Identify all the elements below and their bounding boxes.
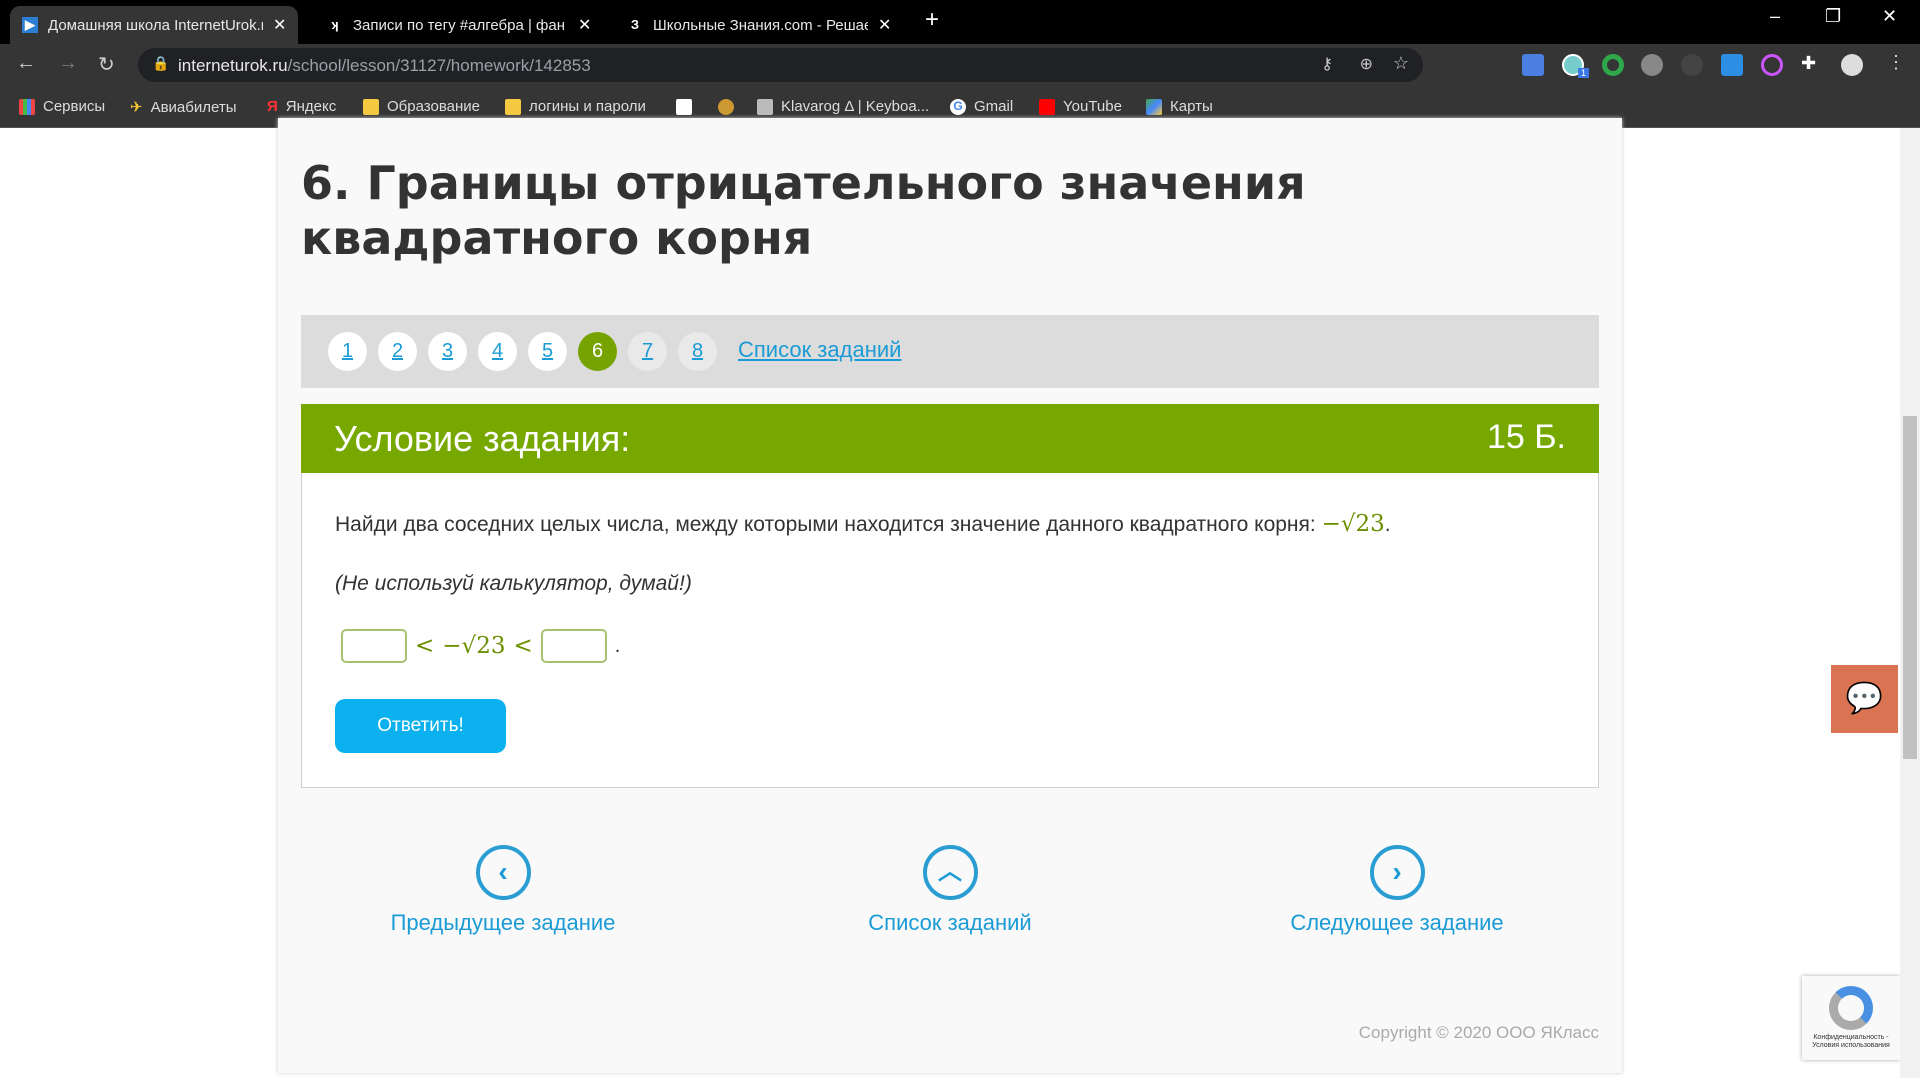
less-than-sign: < (513, 633, 533, 659)
condition-header: Условие задания: 15 Б. (301, 404, 1599, 473)
vk-music-ext-icon[interactable] (1761, 54, 1783, 76)
points-badge: 15 Б. (1486, 418, 1566, 456)
extensions-icon[interactable]: ✚ (1801, 53, 1816, 74)
tab-vk[interactable]: ʞ Записи по тегу #алгебра | фан г ✕ (315, 6, 603, 44)
page-8-button[interactable]: 8 (678, 332, 717, 371)
maps-icon (1146, 98, 1162, 115)
lesson-container: 6. Границы отрицательного значения квадр… (278, 118, 1622, 1073)
key-icon[interactable]: ⚷ (1321, 54, 1333, 74)
zoom-icon[interactable]: ⊕ (1360, 54, 1373, 74)
apps-icon (19, 98, 35, 115)
tab-znania[interactable]: З Школьные Знания.com - Решаем ✕ (615, 6, 903, 44)
green-ext-icon[interactable] (1602, 54, 1624, 76)
page-6-button-current[interactable]: 6 (578, 332, 617, 371)
close-window-button[interactable]: ✕ (1882, 6, 1897, 27)
url-path: /school/lesson/31127/homework/142853 (287, 56, 591, 75)
folder-icon (505, 98, 521, 115)
star-icon[interactable]: ☆ (1393, 53, 1409, 74)
next-task-link[interactable]: › Следующее задание (1247, 845, 1547, 936)
bookmark-aviabilety[interactable]: ✈ Авиабилеты (130, 98, 237, 117)
task-list-link[interactable]: Список заданий (738, 337, 901, 363)
browser-toolbar: ← → ↻ 🔒 interneturok.ru/school/lesson/31… (0, 44, 1920, 86)
internet-urok-icon: ▶ (22, 17, 38, 33)
lock-icon: 🔒 (152, 55, 170, 71)
bookmark-klavarog[interactable]: Klavarog Δ | Keyboa... (757, 98, 929, 115)
keyboard-icon (757, 98, 773, 115)
page-title: 6. Границы отрицательного значения квадр… (301, 156, 1306, 265)
yandex-icon: Я (267, 98, 278, 115)
page-2-button[interactable]: 2 (378, 332, 417, 371)
page-3-button[interactable]: 3 (428, 332, 467, 371)
close-tab-icon[interactable]: ✕ (578, 15, 591, 35)
znania-icon: З (630, 17, 640, 32)
less-than-sign: < (415, 633, 435, 659)
page-viewport: 6. Границы отрицательного значения квадр… (0, 118, 1900, 1078)
translate-ext-icon[interactable] (1522, 54, 1544, 76)
reload-icon[interactable]: ↻ (98, 52, 115, 77)
url-host: interneturok.ru (178, 56, 288, 75)
minimize-button[interactable]: – (1770, 6, 1780, 27)
page-7-button[interactable]: 7 (628, 332, 667, 371)
ninja-ext-icon[interactable] (1641, 54, 1663, 76)
task-body: Найди два соседних целых числа, между ко… (301, 473, 1599, 788)
bookmark-yandex[interactable]: Я Яндекс (267, 98, 336, 115)
tab-interneturok[interactable]: ▶ Домашняя школа InternetUrok.ru ✕ (10, 6, 299, 44)
page-4-button[interactable]: 4 (478, 332, 517, 371)
menu-icon[interactable]: ⋮ (1887, 52, 1905, 73)
bookmark-maps[interactable]: Карты (1146, 98, 1213, 115)
chat-bubbles-icon: 💬 (1845, 682, 1884, 715)
forward-icon[interactable]: → (58, 52, 78, 75)
lower-bound-input[interactable] (341, 629, 407, 663)
task-pagination: 1 2 3 4 5 6 7 8 Список заданий (301, 315, 1599, 388)
recaptcha-icon (1829, 986, 1873, 1030)
condition-title: Условие задания: (334, 418, 631, 459)
page-1-button[interactable]: 1 (328, 332, 367, 371)
chat-button[interactable]: 💬 (1831, 665, 1898, 733)
vk-ext-icon[interactable] (1721, 54, 1743, 76)
bookmark-education[interactable]: Образование (363, 98, 480, 115)
java-ext-icon[interactable] (1681, 54, 1703, 76)
folder-icon (363, 98, 379, 115)
plane-icon: ✈ (130, 99, 143, 116)
task-list-nav-link[interactable]: ︿ Список заданий (800, 845, 1100, 936)
address-bar[interactable]: 🔒 interneturok.ru/school/lesson/31127/ho… (138, 48, 1423, 82)
bookmark-services[interactable]: Сервисы (19, 98, 105, 115)
google-icon: G (950, 98, 966, 115)
close-tab-icon[interactable]: ✕ (878, 15, 891, 35)
scrollbar[interactable] (1900, 128, 1920, 1078)
recaptcha-badge[interactable]: Конфиденциальность - Условия использован… (1802, 976, 1900, 1060)
youtube-icon (1039, 98, 1055, 115)
chevron-up-icon: ︿ (922, 845, 978, 900)
close-tab-icon[interactable]: ✕ (273, 15, 286, 35)
prev-task-link[interactable]: ‹ Предыдущее задание (353, 845, 653, 936)
maximize-button[interactable]: ❐ (1825, 6, 1841, 27)
back-icon[interactable]: ← (16, 52, 36, 75)
bookmark-gmail[interactable]: G Gmail (950, 98, 1013, 115)
ext-badge: 1 (1578, 68, 1590, 78)
copyright: Copyright © 2020 ООО ЯКласс (1358, 1023, 1599, 1042)
answer-math: −√23 (442, 633, 506, 659)
hint-note: (Не используй калькулятор, думай!) (335, 572, 692, 595)
question-text: Найди два соседних целых числа, между ко… (335, 511, 1391, 537)
bookmark-logins[interactable]: логины и пароли (505, 98, 646, 115)
profile-avatar[interactable] (1841, 54, 1863, 76)
vk-icon: ʞ (331, 17, 339, 32)
upper-bound-input[interactable] (540, 629, 607, 663)
tab-bar: ▶ Домашняя школа InternetUrok.ru ✕ ʞ Зап… (0, 0, 1920, 44)
answer-row: < −√23 < . (341, 629, 620, 663)
question-math: −√23 (1321, 511, 1385, 537)
chevron-right-icon: › (1369, 845, 1425, 900)
page-5-button[interactable]: 5 (528, 332, 567, 371)
new-tab-button[interactable]: + (925, 6, 939, 34)
submit-answer-button[interactable]: Ответить! (335, 699, 506, 753)
egov-icon[interactable] (676, 99, 692, 115)
scrollbar-thumb[interactable] (1903, 416, 1917, 759)
chevron-left-icon: ‹ (475, 845, 531, 900)
emblem-icon[interactable] (718, 99, 734, 115)
bookmark-youtube[interactable]: YouTube (1039, 98, 1122, 115)
